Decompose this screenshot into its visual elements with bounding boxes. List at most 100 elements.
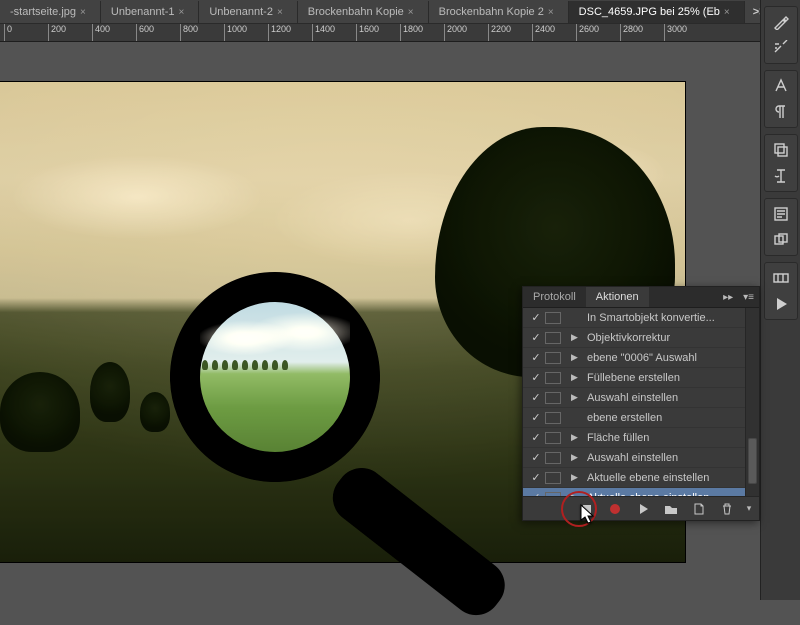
actions-panel-footer: ▾ [523,496,759,520]
brush-tool-icon[interactable] [766,9,796,35]
ruler-tick: 600 [136,24,154,41]
action-row[interactable]: ✓ ▶ ebene "0006" Auswahl [523,348,759,368]
ruler-tick: 1600 [356,24,379,41]
expand-toggle-icon[interactable]: ▶ [571,372,583,383]
document-tab[interactable]: Brockenbahn Kopie 2 × [429,1,569,23]
visibility-check-icon[interactable]: ✓ [527,311,545,324]
ruler-tick: 1200 [268,24,291,41]
close-icon[interactable]: × [80,7,86,18]
ruler-tick: 800 [180,24,198,41]
tab-actions[interactable]: Aktionen [586,287,649,307]
close-icon[interactable]: × [277,7,283,18]
panel-scrollbar[interactable] [745,308,759,496]
expand-toggle-icon[interactable]: ▶ [571,492,583,496]
ruler-tick: 3000 [664,24,687,41]
new-set-button[interactable] [659,500,683,518]
visibility-check-icon[interactable]: ✓ [527,411,545,424]
action-row[interactable]: ✓ ▶ Fläche füllen [523,428,759,448]
notes-panel-icon[interactable] [766,201,796,227]
ruler-tick: 200 [48,24,66,41]
paragraph-styles-icon[interactable] [766,163,796,189]
visibility-check-icon[interactable]: ✓ [527,331,545,344]
action-row[interactable]: ✓ ▶ Aktuelle ebene einstellen [523,468,759,488]
close-icon[interactable]: × [548,7,554,18]
visibility-check-icon[interactable]: ✓ [527,451,545,464]
action-label: Aktuelle ebene einstellen [587,472,759,484]
delete-button[interactable] [715,500,739,518]
visibility-check-icon[interactable]: ✓ [527,351,545,364]
layer-comps-icon[interactable] [766,137,796,163]
action-label: ebene "0006" Auswahl [587,352,759,364]
paragraph-panel-icon[interactable] [766,99,796,125]
canvas-artwork [140,392,170,432]
document-tab-label: Unbenannt-2 [209,6,273,18]
action-dialog-toggle[interactable] [545,392,561,404]
action-dialog-toggle[interactable] [545,452,561,464]
canvas-artwork [170,272,380,482]
action-dialog-toggle[interactable] [545,492,561,497]
action-row[interactable]: ✓ ▶ Auswahl einstellen [523,388,759,408]
document-tab[interactable]: Brockenbahn Kopie × [298,1,429,23]
ruler-tick: 1000 [224,24,247,41]
scroll-thumb[interactable] [748,438,757,484]
expand-toggle-icon[interactable]: ▶ [571,472,583,483]
play-action-button[interactable] [631,500,655,518]
timeline-icon[interactable] [766,265,796,291]
visibility-check-icon[interactable]: ✓ [527,371,545,384]
document-tab[interactable]: -startseite.jpg × [0,1,101,23]
actions-panel: Protokoll Aktionen ▸▸ ▾≡ ✓ In Smartobjek… [522,286,760,521]
action-label: Auswahl einstellen [587,392,759,404]
panel-tabs: Protokoll Aktionen ▸▸ ▾≡ [523,287,759,308]
action-dialog-toggle[interactable] [545,432,561,444]
action-dialog-toggle[interactable] [545,372,561,384]
expand-toggle-icon[interactable]: ▶ [571,452,583,463]
document-tab[interactable]: DSC_4659.JPG bei 25% (Eb × [569,1,745,23]
action-dialog-toggle[interactable] [545,352,561,364]
document-tab-label: Brockenbahn Kopie [308,6,404,18]
expand-toggle-icon[interactable]: ▶ [571,332,583,343]
visibility-check-icon[interactable]: ✓ [527,431,545,444]
action-row[interactable]: ✓ ▶ Aktuelle ebene einstellen [523,488,759,496]
ruler-tick: 2600 [576,24,599,41]
action-dialog-toggle[interactable] [545,472,561,484]
close-icon[interactable]: × [724,7,730,18]
close-icon[interactable]: × [408,7,414,18]
action-dialog-toggle[interactable] [545,412,561,424]
visibility-check-icon[interactable]: ✓ [527,391,545,404]
visibility-check-icon[interactable]: ✓ [527,471,545,484]
play-icon[interactable] [766,291,796,317]
new-action-button[interactable] [687,500,711,518]
panel-menu-icon[interactable]: ▾≡ [738,289,759,306]
horizontal-ruler[interactable]: 0 200 400 600 800 1000 1200 1400 1600 18… [0,24,760,42]
footer-menu-icon[interactable]: ▾ [743,503,755,514]
expand-toggle-icon[interactable]: ▶ [571,432,583,443]
expand-toggle-icon[interactable]: ▶ [571,352,583,363]
stop-button[interactable] [575,500,599,518]
record-button[interactable] [603,500,627,518]
action-row[interactable]: ✓ ebene erstellen [523,408,759,428]
action-row[interactable]: ✓ In Smartobjekt konvertie... [523,308,759,328]
action-row[interactable]: ✓ ▶ Füllebene erstellen [523,368,759,388]
document-tabs: -startseite.jpg × Unbenannt-1× Unbenannt-… [0,0,760,24]
action-label: Auswahl einstellen [587,452,759,464]
visibility-check-icon[interactable]: ✓ [527,491,545,496]
tab-protocol[interactable]: Protokoll [523,287,586,307]
expand-toggle-icon[interactable]: ▶ [571,392,583,403]
collapse-icon[interactable]: ▸▸ [718,289,738,306]
document-tab-label: -startseite.jpg [10,6,76,18]
brush-settings-icon[interactable] [766,35,796,61]
action-label: Aktuelle ebene einstellen [587,492,759,497]
action-row[interactable]: ✓ ▶ Auswahl einstellen [523,448,759,468]
close-icon[interactable]: × [178,7,184,18]
clone-source-icon[interactable] [766,227,796,253]
document-tab-label: DSC_4659.JPG bei 25% (Eb [579,6,720,18]
document-tab[interactable]: Unbenannt-2 × [199,1,297,23]
document-tab-label: Brockenbahn Kopie 2 [439,6,544,18]
document-tab[interactable]: Unbenannt-1× [101,1,199,23]
ruler-tick: 2400 [532,24,555,41]
action-dialog-toggle[interactable] [545,332,561,344]
character-panel-icon[interactable] [766,73,796,99]
action-row[interactable]: ✓ ▶ Objektivkorrektur [523,328,759,348]
action-dialog-toggle[interactable] [545,312,561,324]
actions-list: ✓ In Smartobjekt konvertie... ✓ ▶ Objekt… [523,308,759,496]
